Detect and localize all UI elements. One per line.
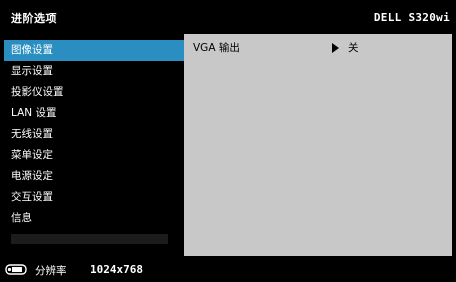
resolution-label: 分辨率 <box>35 265 67 277</box>
title-bar: 进阶选项 DELL S320wi <box>0 0 456 34</box>
sidebar-item-menu-settings[interactable]: 菜单设定 <box>4 145 184 166</box>
osd-menu: 进阶选项 DELL S320wi 图像设置 显示设置 投影仪设置 LAN 设置 … <box>0 0 456 282</box>
triangle-right-icon <box>332 43 339 53</box>
vga-output-value: 关 <box>348 42 359 54</box>
sidebar-item-wireless-settings[interactable]: 无线设置 <box>4 124 184 145</box>
vga-output-row[interactable]: VGA 输出 关 <box>184 38 452 58</box>
projector-icon <box>5 264 27 275</box>
sidebar-item-lan-settings[interactable]: LAN 设置 <box>4 103 184 124</box>
sidebar-item-image-settings[interactable]: 图像设置 <box>4 40 184 61</box>
sidebar-item-interactive-settings[interactable]: 交互设置 <box>4 187 184 208</box>
content-panel: VGA 输出 关 <box>184 34 452 256</box>
sidebar-item-projector-settings[interactable]: 投影仪设置 <box>4 82 184 103</box>
sidebar-empty-slot <box>11 234 168 244</box>
sidebar-item-information[interactable]: 信息 <box>4 208 184 229</box>
sidebar-menu: 图像设置 显示设置 投影仪设置 LAN 设置 无线设置 菜单设定 电源设定 交互… <box>4 34 184 256</box>
vga-output-label: VGA 输出 <box>193 42 240 54</box>
sidebar-item-power-settings[interactable]: 电源设定 <box>4 166 184 187</box>
resolution-value: 1024x768 <box>90 263 143 276</box>
model-name: DELL S320wi <box>373 11 450 24</box>
menu-title: 进阶选项 <box>11 12 57 25</box>
status-footer: 分辨率 1024x768 <box>0 258 456 282</box>
sidebar-item-display-settings[interactable]: 显示设置 <box>4 61 184 82</box>
